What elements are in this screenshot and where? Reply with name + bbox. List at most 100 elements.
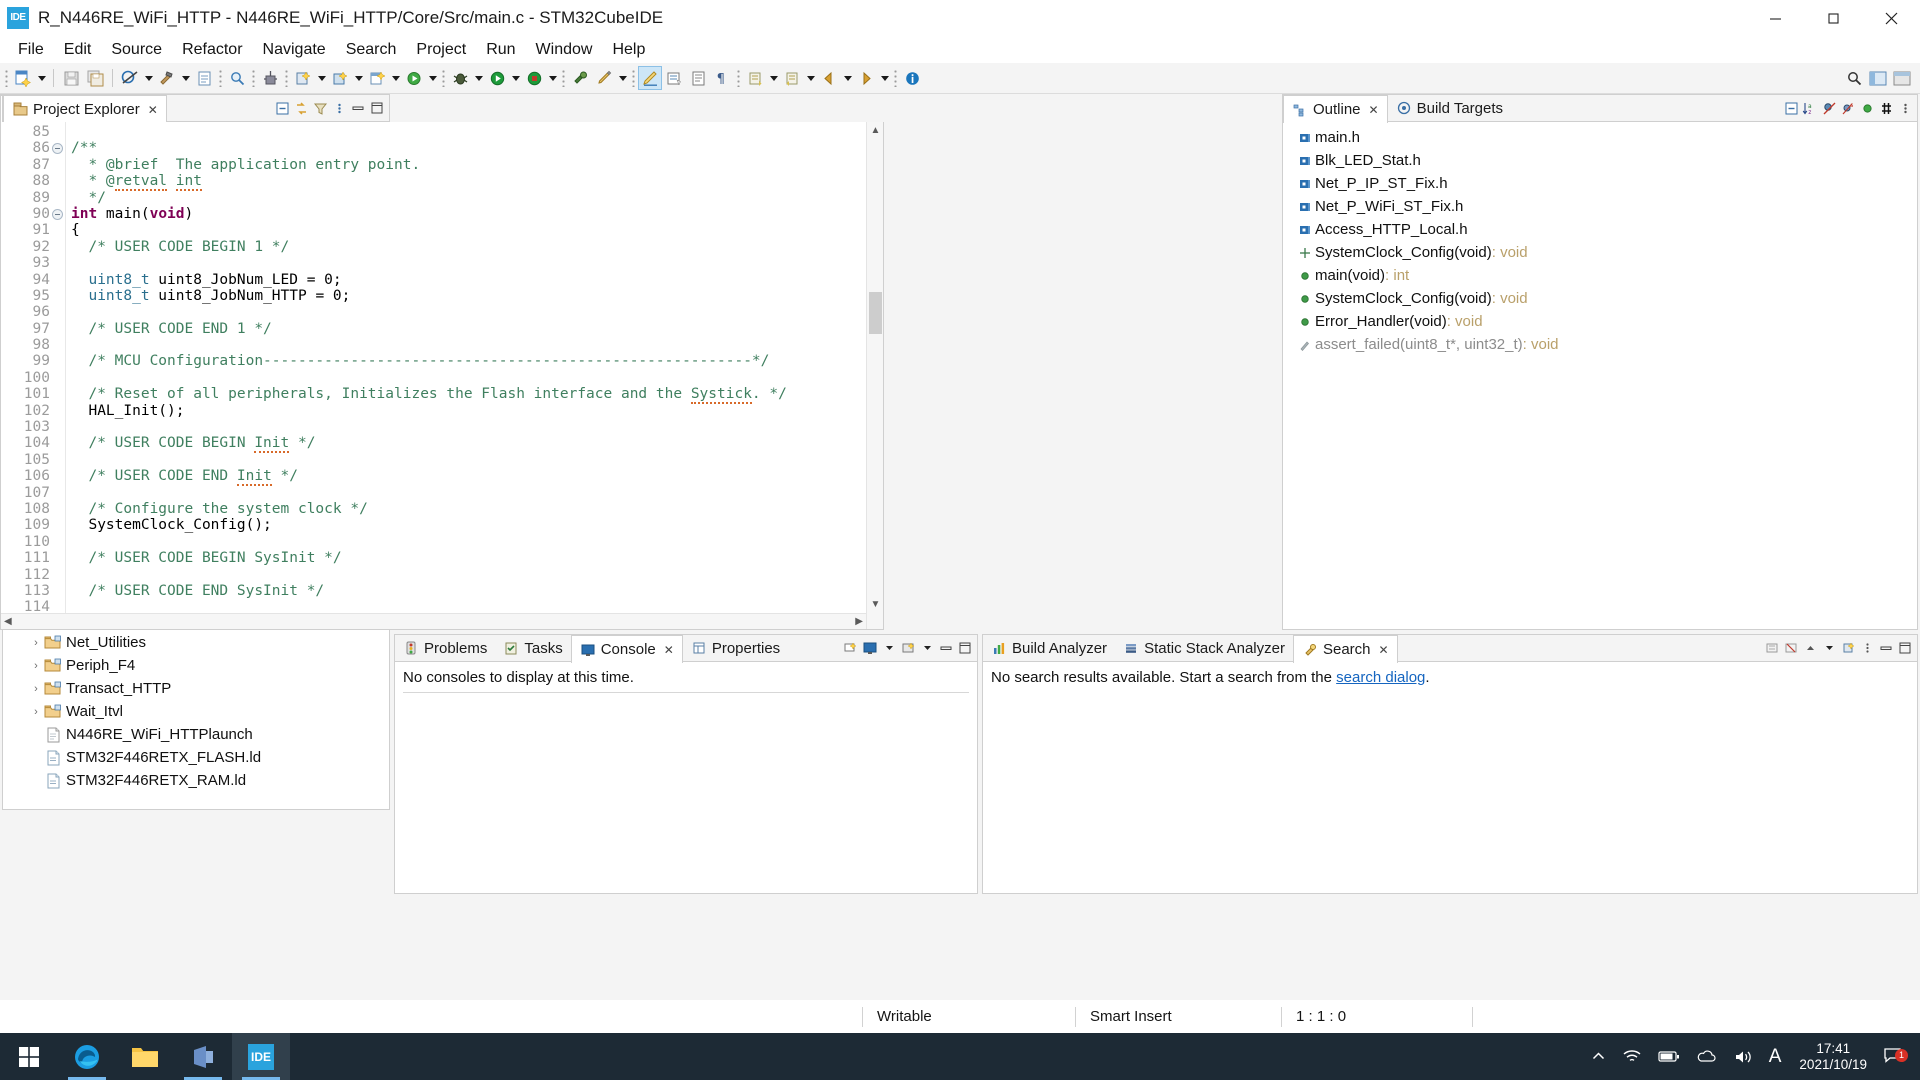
menu-edit[interactable]: Edit: [54, 39, 102, 61]
remove-all-matches-icon[interactable]: [1783, 640, 1799, 656]
tree-item-transact-http[interactable]: › Transact_HTTP: [3, 677, 389, 700]
outline-item[interactable]: Blk_LED_Stat.h: [1283, 149, 1917, 172]
wifi-icon[interactable]: [1614, 1048, 1650, 1065]
editor-horizontal-scrollbar[interactable]: ◀ ▶: [1, 613, 866, 629]
scroll-down-arrow-icon[interactable]: ▼: [867, 596, 883, 613]
menu-run[interactable]: Run: [476, 39, 525, 61]
outline-item[interactable]: main.h: [1283, 126, 1917, 149]
menu-project[interactable]: Project: [406, 39, 476, 61]
outline-item[interactable]: SystemClock_Config(void) : void: [1283, 287, 1917, 310]
chevron-right-icon[interactable]: ›: [28, 681, 44, 697]
menu-search[interactable]: Search: [336, 39, 407, 61]
editor-vertical-scrollbar[interactable]: ▲ ▼: [866, 122, 883, 629]
maximize-view-icon[interactable]: [1897, 640, 1913, 656]
view-menu-icon[interactable]: [1859, 640, 1875, 656]
prev-annotation-icon[interactable]: [780, 66, 804, 90]
outline-item[interactable]: Error_Handler(void) : void: [1283, 310, 1917, 333]
hide-static-icon[interactable]: s: [1840, 100, 1856, 116]
battery-icon[interactable]: [1650, 1050, 1688, 1063]
outline-list[interactable]: main.h Blk_LED_Stat.h Net_P_IP_ST_Fix.h Net…: [1283, 122, 1917, 356]
tree-item-periph-f4[interactable]: › Periph_F4: [3, 654, 389, 677]
show-whitespace-icon[interactable]: [686, 66, 710, 90]
link-with-editor-icon[interactable]: [293, 100, 309, 116]
next-annotation-icon[interactable]: [743, 66, 767, 90]
chevron-right-icon[interactable]: ›: [28, 658, 44, 674]
save-all-icon[interactable]: [83, 66, 107, 90]
quick-access-search-icon[interactable]: [1842, 66, 1866, 90]
tab-outline[interactable]: Outline ✕: [1283, 95, 1388, 123]
show-next-match-icon[interactable]: [1821, 640, 1837, 656]
minimize-view-icon[interactable]: [350, 100, 366, 116]
prev-annotation-dropdown-icon[interactable]: [804, 66, 817, 90]
tab-tasks[interactable]: Tasks: [495, 635, 571, 661]
tree-item-net-utilities[interactable]: › Net_Utilities: [3, 631, 389, 654]
toggle-comment-icon[interactable]: [662, 66, 686, 90]
open-console-icon[interactable]: [843, 640, 859, 656]
debug-as-dropdown-icon[interactable]: [352, 66, 365, 90]
show-previous-match-icon[interactable]: [1802, 640, 1818, 656]
taskbar-clock[interactable]: 17:41 2021/10/19: [1789, 1041, 1877, 1073]
sort-alphabetical-icon[interactable]: az: [1802, 100, 1818, 116]
outline-item[interactable]: SystemClock_Config(void) : void: [1283, 241, 1917, 264]
tree-item-n446re-wifi-httplaunch[interactable]: N446RE_WiFi_HTTPlaunch: [3, 723, 389, 746]
menu-refactor[interactable]: Refactor: [172, 39, 252, 61]
outline-item[interactable]: Net_P_IP_ST_Fix.h: [1283, 172, 1917, 195]
scrollbar-thumb[interactable]: [869, 292, 882, 334]
menu-help[interactable]: Help: [602, 39, 655, 61]
tab-static-stack-analyzer[interactable]: Static Stack Analyzer: [1115, 635, 1293, 661]
pin-search-icon[interactable]: [1840, 640, 1856, 656]
display-console-icon[interactable]: [862, 640, 878, 656]
view-menu-icon[interactable]: [1897, 100, 1913, 116]
show-hidden-icons-chevron[interactable]: [1583, 1049, 1614, 1064]
close-icon[interactable]: ✕: [1379, 643, 1389, 657]
forward-history-dropdown-icon[interactable]: [878, 66, 891, 90]
back-history-dropdown-icon[interactable]: [841, 66, 854, 90]
open-perspective-icon[interactable]: [365, 66, 389, 90]
maximize-icon[interactable]: [1804, 0, 1862, 36]
run-as-star-icon[interactable]: [291, 66, 315, 90]
chevron-right-icon[interactable]: ›: [28, 635, 44, 651]
tab-console[interactable]: Console ✕: [570, 635, 683, 663]
outline-item[interactable]: main(void) : int: [1283, 264, 1917, 287]
next-annotation-dropdown-icon[interactable]: [767, 66, 780, 90]
perspective-debug-icon[interactable]: [1890, 66, 1914, 90]
minimize-icon[interactable]: [1746, 0, 1804, 36]
outline-item[interactable]: Net_P_WiFi_ST_Fix.h: [1283, 195, 1917, 218]
run-green-dropdown-icon[interactable]: [426, 66, 439, 90]
terminate-dropdown-icon[interactable]: [546, 66, 559, 90]
console-dropdown-icon[interactable]: [881, 640, 897, 656]
menu-window[interactable]: Window: [526, 39, 603, 61]
file-explorer-icon[interactable]: [116, 1033, 174, 1080]
save-icon[interactable]: [59, 66, 83, 90]
forward-history-icon[interactable]: [854, 66, 878, 90]
info-blue-icon[interactable]: [900, 66, 924, 90]
menu-file[interactable]: File: [8, 39, 54, 61]
debug-bug-dropdown-icon[interactable]: [472, 66, 485, 90]
close-icon[interactable]: [1862, 0, 1920, 36]
folding-bar[interactable]: [53, 122, 66, 629]
debug-as-star-icon[interactable]: [328, 66, 352, 90]
maximize-view-icon[interactable]: [369, 100, 385, 116]
fold-collapse-icon[interactable]: [52, 208, 63, 220]
tab-project-explorer[interactable]: Project Explorer ✕: [3, 95, 167, 123]
open-perspective-dropdown-icon[interactable]: [389, 66, 402, 90]
search-dialog-link[interactable]: search dialog: [1336, 669, 1425, 686]
new-c-project-icon[interactable]: [192, 66, 216, 90]
tab-properties[interactable]: Properties: [682, 635, 789, 661]
new-file-icon[interactable]: [11, 66, 35, 90]
onedrive-icon[interactable]: [1688, 1049, 1725, 1064]
collapse-all-icon[interactable]: [1783, 100, 1799, 116]
scroll-right-arrow-icon[interactable]: ▶: [855, 616, 863, 627]
volume-icon[interactable]: [1725, 1049, 1761, 1065]
search-magnifier-icon[interactable]: [225, 66, 249, 90]
close-icon[interactable]: ✕: [1369, 103, 1379, 117]
build-all-icon[interactable]: [118, 66, 142, 90]
tab-build-analyzer[interactable]: Build Analyzer: [983, 635, 1116, 661]
ime-language-icon[interactable]: A: [1761, 1046, 1790, 1068]
tree-item-stm32f446retx-flash-ld[interactable]: STM32F446RETX_FLASH.ld: [3, 746, 389, 769]
tab-build-targets[interactable]: Build Targets: [1387, 95, 1512, 121]
close-icon[interactable]: ✕: [664, 643, 674, 657]
tree-item-stm32f446retx-ram-ld[interactable]: STM32F446RETX_RAM.ld: [3, 769, 389, 792]
build-hammer-dropdown-icon[interactable]: [179, 66, 192, 90]
menu-source[interactable]: Source: [101, 39, 172, 61]
